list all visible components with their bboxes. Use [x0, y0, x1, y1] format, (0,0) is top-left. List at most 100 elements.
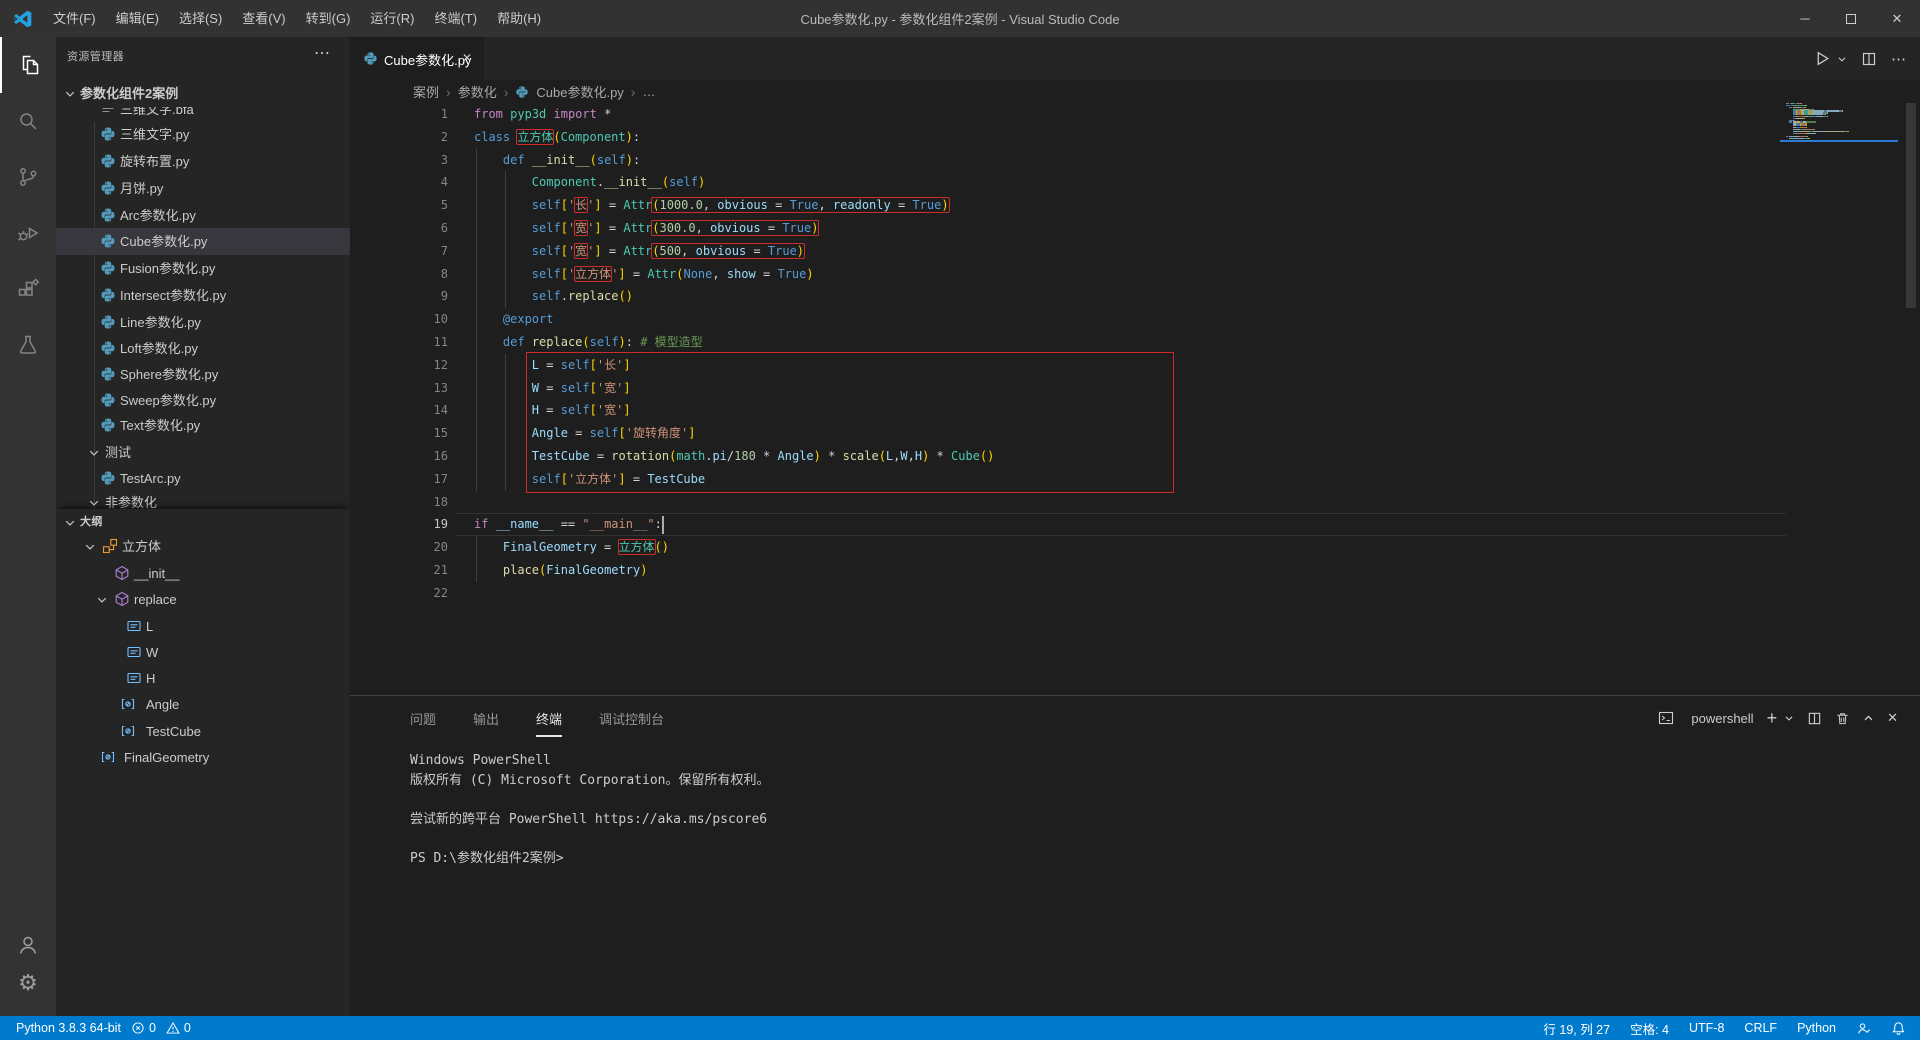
code-line-14[interactable]: 14 H = self['宽']	[350, 399, 1920, 422]
outline-section-header[interactable]: 大纲	[56, 509, 350, 536]
code-line-15[interactable]: 15 Angle = self['旋转角度']	[350, 422, 1920, 445]
more-actions-icon[interactable]: ⋯	[314, 43, 330, 63]
line-number[interactable]: 5	[390, 194, 448, 217]
minimize-button[interactable]: ─	[1782, 0, 1828, 37]
code-line-11[interactable]: 11 def replace(self): # 模型造型	[350, 331, 1920, 354]
close-button[interactable]: ✕	[1874, 0, 1920, 37]
terminal-dropdown-chevron-icon[interactable]	[1784, 713, 1794, 723]
menu-选择S[interactable]: 选择(S)	[169, 0, 232, 37]
outline-item-W[interactable]: W	[56, 639, 350, 666]
run-dropdown-chevron-icon[interactable]	[1837, 54, 1847, 64]
feedback-icon[interactable]	[1856, 1021, 1871, 1036]
line-number[interactable]: 15	[390, 422, 448, 445]
line-number[interactable]: 4	[390, 171, 448, 194]
folder-测试[interactable]: 测试	[56, 439, 350, 466]
code-line-7[interactable]: 7 self['宽'] = Attr(500, obvious = True)	[350, 240, 1920, 263]
code-line-13[interactable]: 13 W = self['宽']	[350, 377, 1920, 400]
code-line-1[interactable]: 1from pyp3d import *	[350, 103, 1920, 126]
line-number[interactable]: 12	[390, 354, 448, 377]
file-旋转布置.py[interactable]: 旋转布置.py	[56, 148, 350, 175]
maximize-panel-chevron-icon[interactable]	[1863, 713, 1874, 724]
explorer-icon[interactable]	[0, 37, 56, 93]
line-number[interactable]: 17	[390, 468, 448, 491]
split-terminal-icon[interactable]	[1807, 711, 1822, 726]
indentation[interactable]: 空格: 4	[1630, 1019, 1669, 1038]
code-line-4[interactable]: 4 Component.__init__(self)	[350, 171, 1920, 194]
editor-scrollbar[interactable]	[1906, 103, 1916, 308]
new-terminal-icon[interactable]: +	[1767, 708, 1778, 729]
split-editor-icon[interactable]	[1861, 51, 1877, 67]
line-number[interactable]: 6	[390, 217, 448, 240]
code-line-10[interactable]: 10 @export	[350, 308, 1920, 331]
code-line-3[interactable]: 3 def __init__(self):	[350, 149, 1920, 172]
menu-帮助H[interactable]: 帮助(H)	[487, 0, 551, 37]
outline-item-__init__[interactable]: __init__	[56, 560, 350, 587]
line-number[interactable]: 22	[390, 582, 448, 605]
terminal-shell-label[interactable]: powershell	[1691, 711, 1753, 726]
problems-status[interactable]: 0 0	[131, 1021, 191, 1035]
eol[interactable]: CRLF	[1744, 1021, 1777, 1035]
file-月饼.py[interactable]: 月饼.py	[56, 175, 350, 202]
maximize-button[interactable]	[1828, 0, 1874, 37]
file-Intersect参数化.py[interactable]: Intersect参数化.py	[56, 282, 350, 309]
line-number[interactable]: 7	[390, 240, 448, 263]
line-number[interactable]: 20	[390, 536, 448, 559]
line-number[interactable]: 10	[390, 308, 448, 331]
close-panel-icon[interactable]: ✕	[1887, 710, 1898, 726]
file-Sweep参数化.py[interactable]: Sweep参数化.py	[56, 387, 350, 414]
line-number[interactable]: 21	[390, 559, 448, 582]
file-Fusion参数化.py[interactable]: Fusion参数化.py	[56, 255, 350, 282]
menu-转到G[interactable]: 转到(G)	[296, 0, 361, 37]
notifications-bell-icon[interactable]	[1891, 1021, 1906, 1036]
file-TestArc.py[interactable]: TestArc.py	[56, 465, 350, 492]
menu-终端T[interactable]: 终端(T)	[424, 0, 487, 37]
line-number[interactable]: 18	[390, 491, 448, 514]
panel-tab-问题[interactable]: 问题	[410, 709, 436, 728]
menu-文件F[interactable]: 文件(F)	[43, 0, 106, 37]
line-number[interactable]: 13	[390, 377, 448, 400]
code-line-22[interactable]: 22	[350, 582, 1920, 605]
line-number[interactable]: 16	[390, 445, 448, 468]
menu-编辑E[interactable]: 编辑(E)	[106, 0, 169, 37]
line-number[interactable]: 2	[390, 126, 448, 149]
code-line-5[interactable]: 5 self['长'] = Attr(1000.0, obvious = Tru…	[350, 194, 1920, 217]
run-debug-icon[interactable]	[0, 205, 56, 261]
line-number[interactable]: 1	[390, 103, 448, 126]
run-python-file-icon[interactable]	[1814, 50, 1831, 67]
outline-item-L[interactable]: L	[56, 613, 350, 640]
outline-item-Angle[interactable]: Angle	[56, 691, 350, 718]
outline-item-立方体[interactable]: 立方体	[56, 533, 350, 560]
panel-tab-调试控制台[interactable]: 调试控制台	[599, 709, 664, 728]
breadcrumb-item[interactable]: 参数化	[458, 82, 497, 101]
menu-运行R[interactable]: 运行(R)	[360, 0, 424, 37]
settings-gear-icon[interactable]: ⚙	[0, 964, 56, 1002]
outline-item-TestCube[interactable]: TestCube	[56, 718, 350, 745]
folder-root[interactable]: 参数化组件2案例	[56, 80, 350, 107]
breadcrumb-item[interactable]: Cube参数化.py	[536, 82, 623, 101]
outline-item-H[interactable]: H	[56, 665, 350, 692]
cursor-position[interactable]: 行 19, 列 27	[1543, 1019, 1610, 1038]
file-Cube参数化.py[interactable]: Cube参数化.py	[56, 228, 350, 255]
more-actions-icon[interactable]: ⋯	[1891, 50, 1906, 68]
outline-item-replace[interactable]: replace	[56, 586, 350, 613]
code-line-2[interactable]: 2class 立方体(Component):	[350, 126, 1920, 149]
python-interpreter-status[interactable]: Python 3.8.3 64-bit	[16, 1021, 121, 1035]
code-line-18[interactable]: 18	[350, 491, 1920, 514]
file-Line参数化.py[interactable]: Line参数化.py	[56, 309, 350, 336]
code-line-16[interactable]: 16 TestCube = rotation(math.pi/180 * Ang…	[350, 445, 1920, 468]
kill-terminal-icon[interactable]	[1835, 711, 1850, 726]
line-number[interactable]: 11	[390, 331, 448, 354]
menu-查看V[interactable]: 查看(V)	[232, 0, 295, 37]
file-三维文字.py[interactable]: 三维文字.py	[56, 121, 350, 148]
line-number[interactable]: 14	[390, 399, 448, 422]
encoding[interactable]: UTF-8	[1689, 1021, 1724, 1035]
breadcrumb-item[interactable]: …	[642, 84, 655, 99]
code-line-17[interactable]: 17 self['立方体'] = TestCube	[350, 468, 1920, 491]
language-mode[interactable]: Python	[1797, 1021, 1836, 1035]
code-line-8[interactable]: 8 self['立方体'] = Attr(None, show = True)	[350, 263, 1920, 286]
breadcrumb-item[interactable]: 案例	[413, 82, 439, 101]
source-control-icon[interactable]	[0, 149, 56, 205]
panel-tab-终端[interactable]: 终端	[536, 709, 562, 728]
line-number[interactable]: 19	[390, 513, 448, 536]
file-Text参数化.py[interactable]: Text参数化.py	[56, 412, 350, 439]
